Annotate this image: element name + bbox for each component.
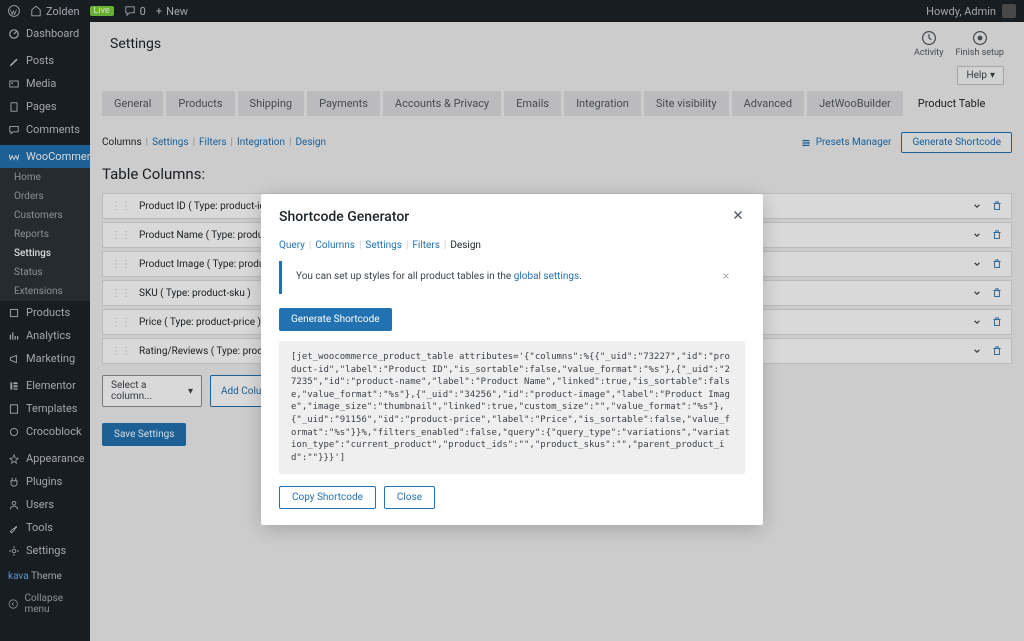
modal-tab-filters[interactable]: Filters bbox=[412, 240, 440, 251]
shortcode-modal: Shortcode Generator Query| Columns| Sett… bbox=[261, 194, 763, 525]
modal-overlay[interactable]: Shortcode Generator Query| Columns| Sett… bbox=[0, 0, 1024, 641]
modal-title: Shortcode Generator bbox=[279, 209, 409, 225]
info-close-button[interactable] bbox=[721, 271, 731, 284]
global-settings-link[interactable]: global settings bbox=[514, 271, 579, 282]
info-notice: You can set up styles for all product ta… bbox=[279, 261, 745, 294]
modal-tab-query[interactable]: Query bbox=[279, 240, 305, 251]
modal-tab-design[interactable]: Design bbox=[450, 240, 481, 251]
modal-tab-columns[interactable]: Columns bbox=[315, 240, 355, 251]
copy-shortcode-button[interactable]: Copy Shortcode bbox=[279, 486, 376, 509]
shortcode-output[interactable]: [jet_woocommerce_product_table attribute… bbox=[279, 341, 745, 474]
modal-close-button[interactable] bbox=[731, 208, 745, 226]
modal-generate-button[interactable]: Generate Shortcode bbox=[279, 308, 392, 331]
modal-tabs: Query| Columns| Settings| Filters| Desig… bbox=[261, 240, 763, 251]
close-button[interactable]: Close bbox=[384, 486, 435, 509]
modal-tab-settings[interactable]: Settings bbox=[365, 240, 402, 251]
